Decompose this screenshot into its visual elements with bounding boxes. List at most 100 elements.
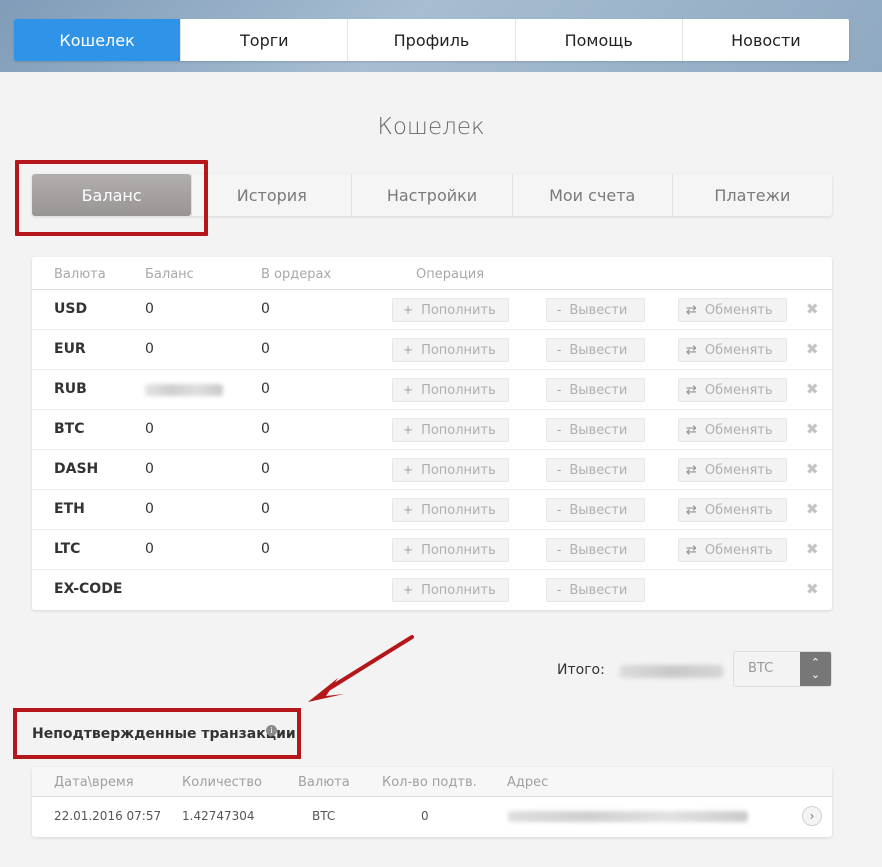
table-row: ETH 0 0 + Пополнить - Вывести ⇄ Обменять ✖: [32, 490, 832, 530]
table-row: EUR 0 0 + Пополнить - Вывести ⇄ Обменять ✖: [32, 330, 832, 370]
deposit-button[interactable]: + Пополнить: [392, 538, 509, 562]
row-orders: 0: [261, 421, 270, 437]
withdraw-button[interactable]: - Вывести: [546, 418, 645, 442]
withdraw-button[interactable]: - Вывести: [546, 298, 645, 322]
unconfirmed-table: Дата\время Количество Валюта Кол-во подт…: [32, 767, 832, 837]
exchange-label: Обменять: [704, 542, 773, 558]
info-icon[interactable]: i: [266, 725, 277, 736]
deposit-label: Пополнить: [421, 422, 496, 438]
withdraw-label: Вывести: [569, 422, 628, 438]
table-row: LTC 0 0 + Пополнить - Вывести ⇄ Обменять ✖: [32, 530, 832, 570]
exchange-button[interactable]: ⇄ Обменять: [678, 378, 787, 402]
withdraw-button[interactable]: - Вывести: [546, 578, 645, 602]
row-currency: USD: [54, 301, 88, 317]
deposit-button[interactable]: + Пополнить: [392, 378, 509, 402]
exchange-icon: ⇄: [686, 382, 697, 398]
header-orders: В ордерах: [261, 267, 332, 282]
select-stepper[interactable]: ⌃ ⌄: [800, 652, 831, 686]
minus-icon: -: [557, 543, 562, 557]
table-row: USD 0 0 + Пополнить - Вывести ⇄ Обменять ✖: [32, 290, 832, 330]
total-value-redacted: [620, 665, 723, 678]
close-icon[interactable]: ✖: [806, 340, 819, 358]
withdraw-button[interactable]: - Вывести: [546, 458, 645, 482]
tab-history[interactable]: История: [191, 174, 351, 216]
deposit-button[interactable]: + Пополнить: [392, 418, 509, 442]
header-confirmations: Кол-во подтв.: [382, 775, 477, 790]
withdraw-button[interactable]: - Вывести: [546, 498, 645, 522]
plus-icon: +: [403, 463, 414, 477]
plus-icon: +: [403, 343, 414, 357]
withdraw-label: Вывести: [569, 542, 628, 558]
balance-table: Валюта Баланс В ордерах Операция USD 0 0 + П…: [32, 257, 832, 610]
main-navigation: Кошелек Торги Профиль Помощь Новости: [14, 19, 849, 61]
withdraw-label: Вывести: [569, 582, 628, 598]
page-title: Кошелек: [377, 114, 485, 140]
withdraw-label: Вывести: [569, 382, 628, 398]
close-icon[interactable]: ✖: [806, 380, 819, 398]
plus-icon: +: [403, 423, 414, 437]
close-icon[interactable]: ✖: [806, 460, 819, 478]
total-currency-select[interactable]: BTC ⌃ ⌄: [733, 651, 832, 687]
exchange-button[interactable]: ⇄ Обменять: [678, 458, 787, 482]
row-currency: DASH: [54, 461, 99, 477]
exchange-button[interactable]: ⇄ Обменять: [678, 498, 787, 522]
close-icon[interactable]: ✖: [806, 420, 819, 438]
deposit-button[interactable]: + Пополнить: [392, 578, 509, 602]
row-balance: 0: [145, 341, 154, 357]
plus-icon: +: [403, 503, 414, 517]
close-icon[interactable]: ✖: [806, 500, 819, 518]
plus-icon: +: [403, 543, 414, 557]
exchange-icon: ⇄: [686, 342, 697, 358]
row-orders: 0: [261, 381, 270, 397]
exchange-button[interactable]: ⇄ Обменять: [678, 418, 787, 442]
exchange-icon: ⇄: [686, 422, 697, 438]
deposit-button[interactable]: + Пополнить: [392, 498, 509, 522]
exchange-icon: ⇄: [686, 542, 697, 558]
nav-item-trading[interactable]: Торги: [180, 19, 347, 61]
exchange-label: Обменять: [704, 502, 773, 518]
row-balance: 0: [145, 501, 154, 517]
nav-item-help[interactable]: Помощь: [514, 19, 682, 61]
row-balance: 0: [145, 541, 154, 557]
minus-icon: -: [557, 423, 562, 437]
unconfirmed-table-header: Дата\время Количество Валюта Кол-во подт…: [32, 767, 832, 797]
nav-item-wallet[interactable]: Кошелек: [14, 19, 181, 61]
withdraw-button[interactable]: - Вывести: [546, 538, 645, 562]
close-icon[interactable]: ✖: [806, 540, 819, 558]
total-label: Итого:: [557, 662, 605, 678]
deposit-button[interactable]: + Пополнить: [392, 458, 509, 482]
withdraw-label: Вывести: [569, 462, 628, 478]
header-balance: Баланс: [145, 267, 194, 282]
exchange-label: Обменять: [704, 302, 773, 318]
tab-payments[interactable]: Платежи: [671, 174, 832, 216]
highlight-box-balance-tab: [15, 160, 208, 236]
deposit-label: Пополнить: [421, 342, 496, 358]
plus-icon: +: [403, 383, 414, 397]
deposit-button[interactable]: + Пополнить: [392, 298, 509, 322]
exchange-label: Обменять: [704, 342, 773, 358]
withdraw-button[interactable]: - Вывести: [546, 378, 645, 402]
unconfirmed-title: Неподтвержденные транзакции: [32, 726, 296, 742]
table-row: EX-CODE + Пополнить - Вывести ✖: [32, 570, 832, 610]
close-icon[interactable]: ✖: [806, 580, 819, 598]
exchange-button[interactable]: ⇄ Обменять: [678, 538, 787, 562]
exchange-button[interactable]: ⇄ Обменять: [678, 298, 787, 322]
close-icon[interactable]: ✖: [806, 300, 819, 318]
row-orders: 0: [261, 461, 270, 477]
minus-icon: -: [557, 503, 562, 517]
tab-settings[interactable]: Настройки: [351, 174, 511, 216]
tx-address-redacted: [508, 811, 748, 822]
exchange-button[interactable]: ⇄ Обменять: [678, 338, 787, 362]
deposit-button[interactable]: + Пополнить: [392, 338, 509, 362]
tx-confirmations: 0: [421, 809, 429, 823]
nav-item-news[interactable]: Новости: [681, 19, 849, 61]
exchange-icon: ⇄: [686, 302, 697, 318]
chevron-down-icon[interactable]: ⌄: [811, 669, 820, 681]
chevron-right-icon[interactable]: ›: [802, 806, 822, 826]
table-row: 22.01.2016 07:57 1.42747304 BTC 0 ›: [32, 797, 832, 835]
header-currency: Валюта: [54, 267, 106, 282]
tx-currency: BTC: [312, 809, 336, 823]
withdraw-button[interactable]: - Вывести: [546, 338, 645, 362]
tab-my-accounts[interactable]: Мои счета: [511, 174, 672, 216]
nav-item-profile[interactable]: Профиль: [347, 19, 514, 61]
